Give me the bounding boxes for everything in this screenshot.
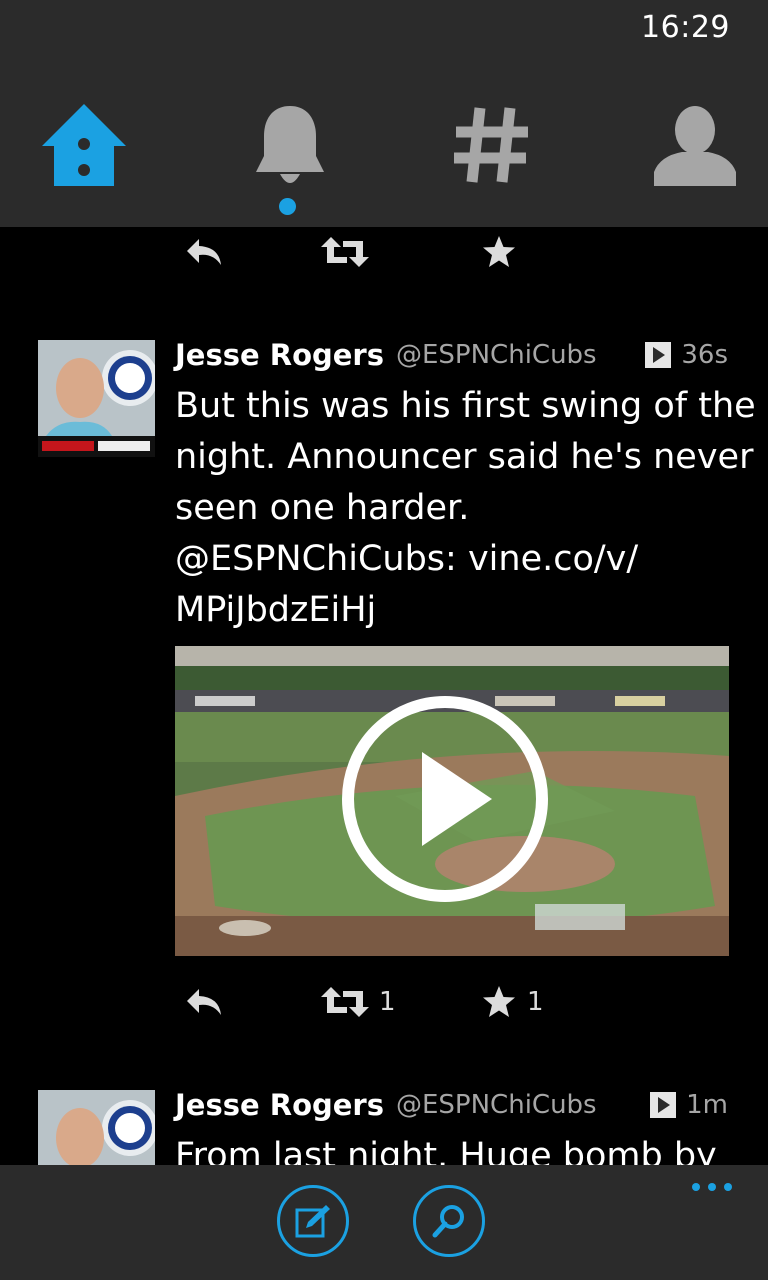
star-icon <box>483 986 515 1017</box>
ellipsis-icon[interactable] <box>692 1183 732 1191</box>
play-icon[interactable] <box>340 694 550 904</box>
author-name[interactable]: Jesse Rogers <box>175 338 384 372</box>
reply-button[interactable] <box>185 227 223 277</box>
bell-icon <box>256 106 324 183</box>
tweet-text-line: night. Announcer said he's never <box>175 437 754 477</box>
retweet-icon <box>321 237 369 267</box>
reply-button[interactable] <box>185 977 223 1027</box>
tweet-timestamp: 1m <box>686 1090 728 1120</box>
retweet-icon <box>321 987 369 1017</box>
favorite-button[interactable]: 1 <box>481 977 544 1027</box>
tab-profile[interactable] <box>650 100 750 200</box>
avatar[interactable] <box>38 340 155 457</box>
retweet-button[interactable]: 1 <box>321 977 396 1027</box>
avatar[interactable] <box>38 1090 155 1165</box>
tweet-text-line: From last night. Huge bomb by <box>175 1136 717 1165</box>
retweet-count: 1 <box>379 987 396 1017</box>
hashtag-icon <box>454 107 528 183</box>
notification-indicator <box>279 198 296 215</box>
compose-icon <box>295 1205 330 1238</box>
tab-notifications[interactable] <box>250 100 350 200</box>
more-dot <box>692 1183 700 1191</box>
tweet-timestamp: 36s <box>681 340 728 370</box>
tweet-meta: 1m <box>650 1090 728 1120</box>
status-clock: 16:29 <box>641 10 730 45</box>
more-dot <box>724 1183 732 1191</box>
tweet-text-line: seen one harder. <box>175 488 470 528</box>
tweet-text[interactable]: From last night. Huge bomb by <box>175 1131 735 1165</box>
tweet-text-line: But this was his first swing of the <box>175 386 756 426</box>
author-handle[interactable]: @ESPNChiCubs <box>396 1090 597 1120</box>
favorite-count: 1 <box>527 987 544 1017</box>
compose-button[interactable] <box>277 1185 349 1257</box>
search-button[interactable] <box>413 1185 485 1257</box>
avatar-image-icon <box>38 1090 155 1165</box>
tab-home[interactable] <box>38 100 138 200</box>
tweet-text-line: MPiJbdzEiHj <box>175 590 377 630</box>
author-name[interactable]: Jesse Rogers <box>175 1088 384 1122</box>
app-bar <box>0 1165 768 1280</box>
favorite-button[interactable] <box>481 227 517 277</box>
tweet-text-line: @ESPNChiCubs: vine.co/v/ <box>175 539 639 579</box>
tweet-actions <box>175 227 675 277</box>
tweet-header: Jesse Rogers @ESPNChiCubs 1m <box>175 1085 728 1125</box>
video-badge-icon <box>645 342 672 368</box>
tweet-actions: 1 1 <box>175 977 675 1027</box>
reply-icon <box>187 989 221 1015</box>
home-icon <box>42 104 126 186</box>
tweet-text[interactable]: But this was his first swing of the nigh… <box>175 381 756 636</box>
star-icon <box>483 236 515 267</box>
search-icon <box>432 1205 464 1238</box>
retweet-button[interactable] <box>321 227 369 277</box>
avatar-image-icon <box>38 340 155 457</box>
video-thumbnail[interactable] <box>175 646 729 956</box>
tab-discover[interactable] <box>452 100 552 200</box>
top-navigation-bar: 16:29 <box>0 0 768 227</box>
timeline-feed[interactable]: Jesse Rogers @ESPNChiCubs 36s But this w… <box>0 227 768 1165</box>
tweet-header: Jesse Rogers @ESPNChiCubs 36s <box>175 335 728 375</box>
author-handle[interactable]: @ESPNChiCubs <box>396 340 597 370</box>
tweet-meta: 36s <box>645 340 728 370</box>
reply-icon <box>187 239 221 265</box>
video-badge-icon <box>650 1092 677 1118</box>
person-icon <box>654 106 736 186</box>
more-dot <box>708 1183 716 1191</box>
